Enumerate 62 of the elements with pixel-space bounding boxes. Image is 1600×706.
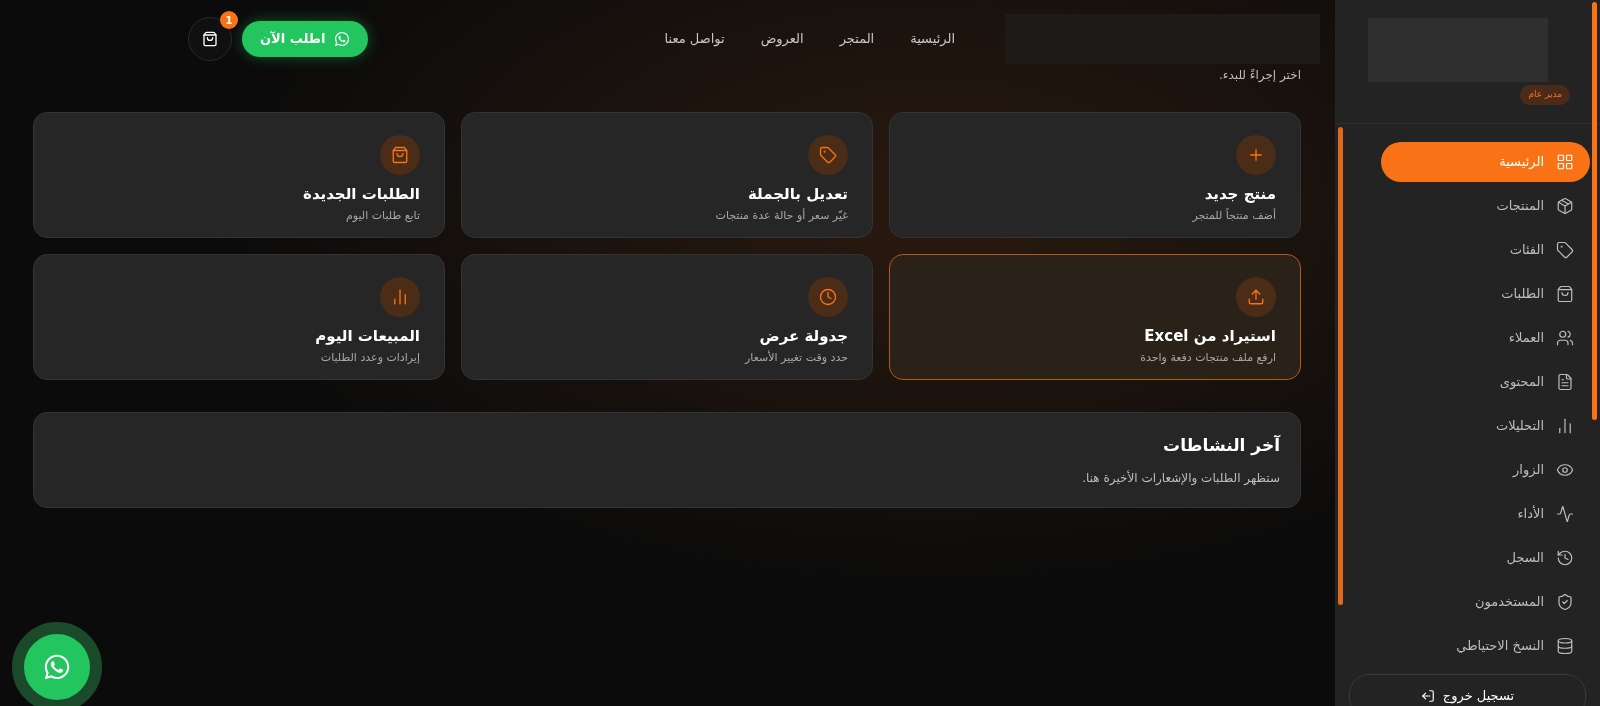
document-icon bbox=[1556, 373, 1574, 391]
whatsapp-icon bbox=[43, 653, 71, 681]
cart-count-badge: 1 bbox=[220, 11, 238, 29]
logout-button[interactable]: تسجيل خروج bbox=[1349, 674, 1586, 706]
nav-link[interactable]: العروض bbox=[760, 29, 804, 49]
eye-icon bbox=[1556, 461, 1574, 479]
sidebar-item[interactable]: المنتجات bbox=[1381, 186, 1590, 226]
tag-icon bbox=[819, 146, 837, 164]
sidebar-item[interactable]: النسخ الاحتياطي bbox=[1381, 626, 1590, 666]
grid-icon bbox=[1556, 153, 1574, 171]
action-card[interactable]: استيراد من Excel ارفع ملف منتجات دفعة واحدة bbox=[889, 254, 1301, 380]
action-card[interactable]: تعديل بالجملة غيّر سعر أو حالة عدة منتجات bbox=[461, 112, 873, 238]
card-subtitle: أضف منتجاً للمتجر bbox=[1192, 207, 1276, 224]
action-card[interactable]: الطلبات الجديدة تابع طلبات اليوم bbox=[33, 112, 445, 238]
bag-icon bbox=[1556, 285, 1574, 303]
card-title: استيراد من Excel bbox=[1144, 326, 1276, 347]
card-title: الطلبات الجديدة bbox=[303, 184, 420, 205]
pulse-icon bbox=[1556, 505, 1574, 523]
sidebar-item[interactable]: التحليلات bbox=[1381, 406, 1590, 446]
shield-icon bbox=[1556, 593, 1574, 611]
bar-chart-icon bbox=[1556, 417, 1574, 435]
card-subtitle: إيرادات وعدد الطلبات bbox=[320, 349, 420, 366]
card-subtitle: تابع طلبات اليوم bbox=[346, 207, 420, 224]
card-subtitle: غيّر سعر أو حالة عدة منتجات bbox=[715, 207, 848, 224]
sidebar-item[interactable]: الزوار bbox=[1381, 450, 1590, 490]
sidebar-item[interactable]: الطلبات bbox=[1381, 274, 1590, 314]
box-icon bbox=[1556, 197, 1574, 215]
nav-link[interactable]: الرئيسية bbox=[910, 29, 955, 49]
nav-link[interactable]: تواصل معنا bbox=[664, 29, 725, 49]
action-card[interactable]: المبيعات اليوم إيرادات وعدد الطلبات bbox=[33, 254, 445, 380]
action-card[interactable]: منتج جديد أضف منتجاً للمتجر bbox=[889, 112, 1301, 238]
role-badge: مدير عام bbox=[1520, 85, 1570, 105]
logout-icon bbox=[1420, 689, 1435, 703]
card-subtitle: حدد وقت تغيير الأسعار bbox=[745, 349, 848, 366]
bag-icon bbox=[202, 31, 218, 47]
clock-icon bbox=[819, 288, 837, 306]
card-subtitle: ارفع ملف منتجات دفعة واحدة bbox=[1140, 349, 1276, 366]
history-icon bbox=[1556, 549, 1574, 567]
card-title: تعديل بالجملة bbox=[748, 184, 848, 205]
nav-link[interactable]: المتجر bbox=[839, 29, 875, 49]
sidebar-item[interactable]: السجل bbox=[1381, 538, 1590, 578]
bag-icon bbox=[391, 146, 409, 164]
activity-title: آخر النشاطات bbox=[1162, 434, 1280, 458]
tag-icon bbox=[1556, 241, 1574, 259]
action-card[interactable]: جدولة عرض حدد وقت تغيير الأسعار bbox=[461, 254, 873, 380]
bar-chart-icon bbox=[391, 288, 409, 306]
sidebar-item[interactable]: العملاء bbox=[1381, 318, 1590, 358]
sidebar-item[interactable]: الأداء bbox=[1381, 494, 1590, 534]
whatsapp-icon bbox=[333, 31, 350, 47]
plus-icon bbox=[1247, 146, 1265, 164]
sidebar-item[interactable]: المستخدمون bbox=[1381, 582, 1590, 622]
upload-icon bbox=[1247, 288, 1265, 306]
users-icon bbox=[1556, 329, 1574, 347]
card-title: جدولة عرض bbox=[759, 326, 848, 347]
card-title: المبيعات اليوم bbox=[315, 326, 420, 347]
intro-text: اختر إجراءً للبدء. bbox=[1218, 67, 1301, 84]
cart-button[interactable] bbox=[188, 17, 232, 61]
sidebar-item[interactable]: المحتوى bbox=[1381, 362, 1590, 402]
database-icon bbox=[1556, 637, 1574, 655]
card-title: منتج جديد bbox=[1204, 184, 1276, 205]
sidebar-item[interactable]: الفئات bbox=[1381, 230, 1590, 270]
activity-text: ستظهر الطلبات والإشعارات الأخيرة هنا. bbox=[1081, 469, 1280, 487]
